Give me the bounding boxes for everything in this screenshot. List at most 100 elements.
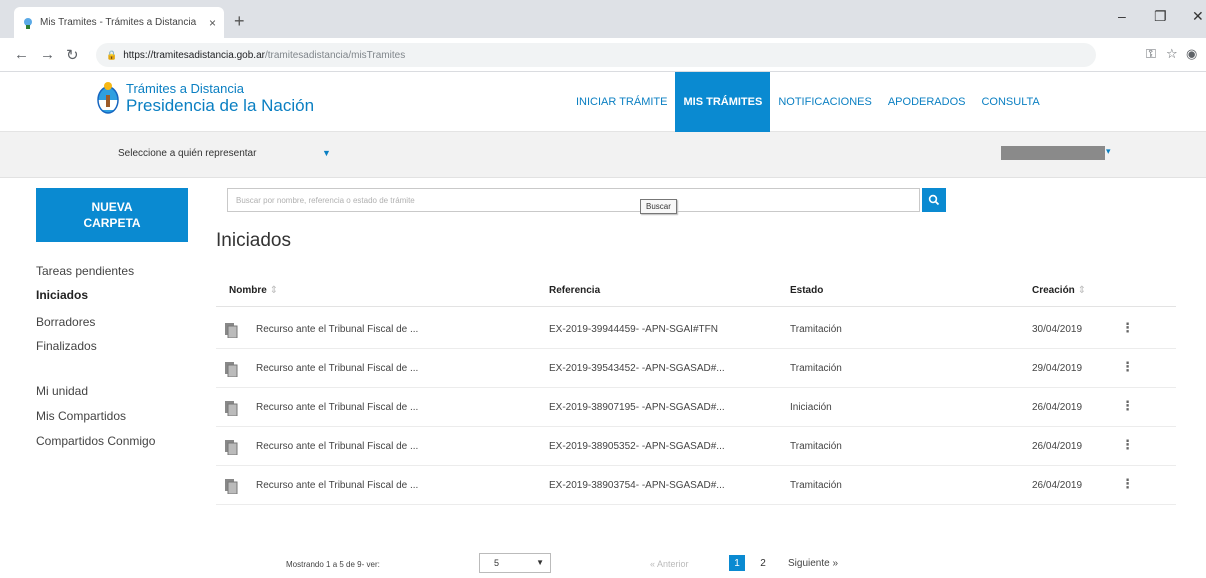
column-header-nombre[interactable]: Nombre ⇕ [229, 285, 278, 296]
search-icon [928, 194, 940, 206]
table-row[interactable]: Recurso ante el Tribunal Fiscal de ... E… [216, 349, 1176, 388]
browser-address-bar: ← → ↻ 🔒 https://tramitesadistancia.gob.a… [0, 38, 1206, 72]
cell-estado: Tramitación [790, 441, 842, 452]
cell-estado: Tramitación [790, 363, 842, 374]
document-icon [225, 401, 238, 416]
pagination-previous[interactable]: « Anterior [650, 559, 689, 569]
search-input[interactable] [227, 188, 920, 212]
nav-iniciar-tramite[interactable]: INICIAR TRÁMITE [568, 72, 675, 132]
chevron-down-icon: ▼ [536, 558, 544, 567]
sidebar-item-iniciados[interactable]: Iniciados [36, 288, 88, 302]
table-row[interactable]: Recurso ante el Tribunal Fiscal de ... E… [216, 388, 1176, 427]
tab-close-icon[interactable]: × [209, 16, 216, 30]
site-header: Trámites a Distancia Presidencia de la N… [0, 72, 1206, 132]
new-tab-button[interactable]: + [234, 11, 245, 32]
pagination-page-2[interactable]: 2 [755, 555, 771, 571]
argentina-seal-icon [97, 82, 119, 114]
document-icon [225, 440, 238, 455]
back-icon[interactable]: ← [14, 46, 29, 63]
sidebar-item-mis-compartidos[interactable]: Mis Compartidos [36, 409, 126, 423]
url-path: /tramitesadistancia/misTramites [264, 49, 406, 61]
lock-icon: 🔒 [106, 49, 118, 60]
table-row[interactable]: Recurso ante el Tribunal Fiscal de ... E… [216, 466, 1176, 505]
row-menu-icon[interactable]: ⋮ [1121, 476, 1134, 492]
cell-nombre: Recurso ante el Tribunal Fiscal de ... [256, 480, 419, 491]
logo-title: Trámites a Distancia [126, 80, 244, 96]
cell-nombre: Recurso ante el Tribunal Fiscal de ... [256, 402, 419, 413]
maximize-icon[interactable]: ❐ [1154, 8, 1167, 25]
sidebar-item-tareas-pendientes[interactable]: Tareas pendientes [36, 264, 134, 278]
table-header-divider [216, 306, 1176, 307]
column-header-label: Creación [1032, 285, 1075, 296]
minimize-icon[interactable]: – [1118, 8, 1126, 24]
row-menu-icon[interactable]: ⋮ [1121, 359, 1134, 375]
search-button[interactable] [922, 188, 946, 212]
row-menu-icon[interactable]: ⋮ [1121, 398, 1134, 414]
represent-bar: Seleccione a quién representar ▼ ▾ [0, 132, 1206, 178]
site-logo[interactable]: Trámites a Distancia Presidencia de la N… [96, 81, 314, 115]
url-host: https://tramitesadistancia.gob.ar [123, 49, 265, 61]
cell-nombre: Recurso ante el Tribunal Fiscal de ... [256, 441, 419, 452]
key-icon[interactable]: ⚿ [1146, 46, 1156, 62]
nav-consulta[interactable]: CONSULTA [973, 72, 1047, 132]
document-icon [225, 479, 238, 494]
cell-referencia: EX-2019-38907195- -APN-SGASAD#... [549, 402, 725, 413]
cell-estado: Tramitación [790, 324, 842, 335]
sidebar-item-finalizados[interactable]: Finalizados [36, 339, 97, 353]
nav-mis-tramites[interactable]: MIS TRÁMITES [675, 72, 771, 132]
logo-subtitle: Presidencia de la Nación [126, 95, 315, 115]
sort-icon[interactable]: ⇕ [1078, 285, 1086, 296]
page-size-value: 5 [494, 558, 500, 568]
pagination-info: Mostrando 1 a 5 de 9- ver: [286, 560, 380, 569]
caret-down-icon[interactable]: ▼ [322, 148, 331, 158]
sidebar-item-mi-unidad[interactable]: Mi unidad [36, 384, 88, 398]
browser-tab-bar: Mis Tramites - Trámites a Distancia × + … [0, 0, 1206, 38]
cell-estado: Tramitación [790, 480, 842, 491]
cell-creacion: 26/04/2019 [1032, 402, 1083, 413]
cell-creacion: 26/04/2019 [1032, 441, 1083, 452]
row-menu-icon[interactable]: ⋮ [1121, 320, 1134, 336]
table-row[interactable]: Recurso ante el Tribunal Fiscal de ... E… [216, 310, 1176, 349]
cell-nombre: Recurso ante el Tribunal Fiscal de ... [256, 324, 419, 335]
cell-creacion: 29/04/2019 [1032, 363, 1083, 374]
main-navigation: INICIAR TRÁMITE MIS TRÁMITES NOTIFICACIO… [568, 72, 1048, 132]
browser-tab-title: Mis Tramites - Trámites a Distancia [40, 17, 197, 28]
column-header-estado: Estado [790, 285, 824, 296]
cell-nombre: Recurso ante el Tribunal Fiscal de ... [256, 363, 419, 374]
cell-referencia: EX-2019-39944459- -APN-SGAI#TFN [549, 324, 718, 335]
profile-icon[interactable]: ◉ [1186, 46, 1197, 62]
close-window-icon[interactable]: ✕ [1192, 8, 1204, 25]
column-header-referencia: Referencia [549, 285, 601, 296]
column-header-label: Nombre [229, 285, 267, 296]
pagination-next[interactable]: Siguiente » [788, 558, 838, 569]
represent-select-label[interactable]: Seleccione a quién representar [118, 148, 256, 159]
row-menu-icon[interactable]: ⋮ [1121, 437, 1134, 453]
document-icon [225, 323, 238, 338]
search-tooltip: Buscar [640, 199, 677, 214]
cell-referencia: EX-2019-39543452- -APN-SGASAD#... [549, 363, 725, 374]
cell-creacion: 26/04/2019 [1032, 480, 1083, 491]
forward-icon[interactable]: → [40, 46, 55, 63]
user-caret-icon[interactable]: ▾ [1106, 146, 1111, 157]
nav-apoderados[interactable]: APODERADOS [880, 72, 974, 132]
cell-estado: Iniciación [790, 402, 832, 413]
document-icon [225, 362, 238, 377]
reload-icon[interactable]: ↻ [66, 46, 79, 64]
new-folder-button[interactable]: NUEVA CARPETA [36, 188, 188, 242]
cell-referencia: EX-2019-38905352- -APN-SGASAD#... [549, 441, 725, 452]
user-name-redacted[interactable] [1001, 146, 1105, 160]
sidebar-item-compartidos-conmigo[interactable]: Compartidos Conmigo [36, 434, 155, 448]
pagination-page-1[interactable]: 1 [729, 555, 745, 571]
sort-icon[interactable]: ⇕ [270, 285, 278, 296]
browser-tab[interactable]: Mis Tramites - Trámites a Distancia × [14, 7, 224, 38]
site-favicon-icon [24, 17, 32, 29]
url-field[interactable]: 🔒 https://tramitesadistancia.gob.ar/tram… [96, 43, 1096, 67]
table-row[interactable]: Recurso ante el Tribunal Fiscal de ... E… [216, 427, 1176, 466]
page-size-select[interactable]: 5 ▼ [479, 553, 551, 573]
cell-referencia: EX-2019-38903754- -APN-SGASAD#... [549, 480, 725, 491]
column-header-creacion[interactable]: Creación ⇕ [1032, 285, 1086, 296]
bookmark-star-icon[interactable]: ☆ [1166, 46, 1178, 62]
cell-creacion: 30/04/2019 [1032, 324, 1083, 335]
nav-notificaciones[interactable]: NOTIFICACIONES [770, 72, 880, 132]
sidebar-item-borradores[interactable]: Borradores [36, 315, 95, 329]
